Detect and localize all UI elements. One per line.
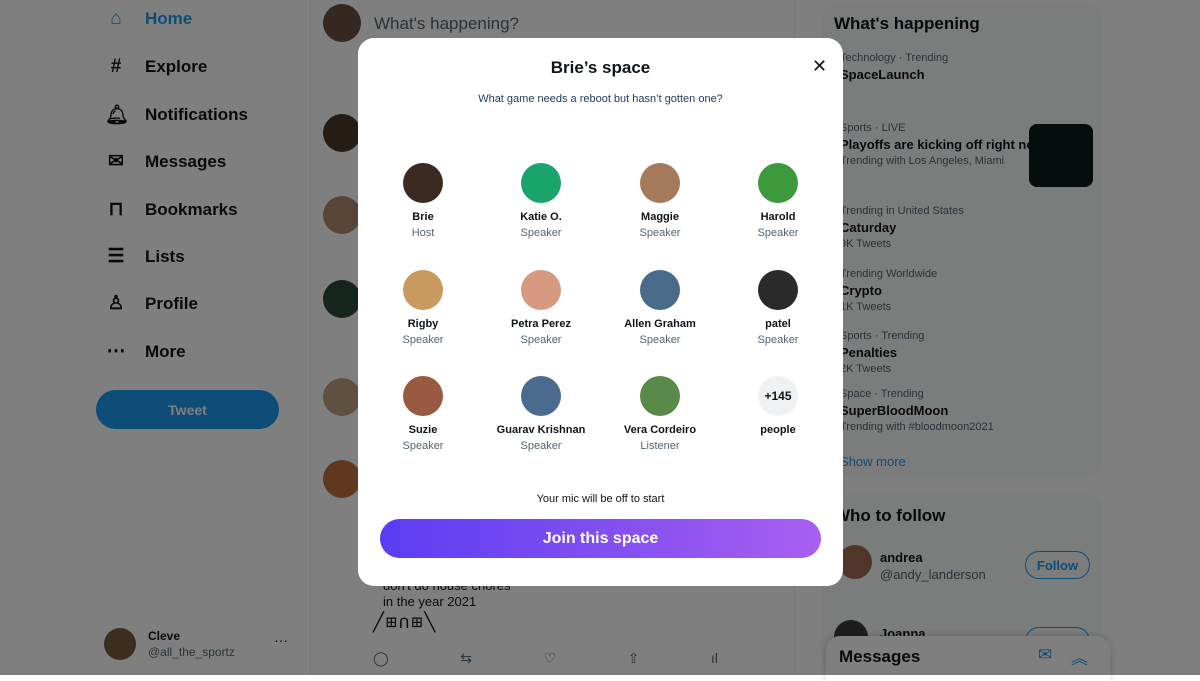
avatar — [640, 163, 680, 203]
participant-role: Listener — [640, 440, 680, 452]
participant-role: Speaker — [402, 334, 444, 346]
participant-role: Speaker — [520, 227, 562, 239]
participant-name: Vera Cordeiro — [623, 424, 697, 436]
participant[interactable]: Vera Cordeiro Listener — [605, 376, 715, 452]
modal-title: Brie’s space — [550, 58, 651, 77]
participant-name: Harold — [760, 211, 796, 223]
avatar — [521, 163, 561, 203]
participant-name: Maggie — [641, 211, 679, 223]
participant[interactable]: Petra Perez Speaker — [486, 270, 596, 346]
participant[interactable]: Katie O. Speaker — [486, 163, 596, 239]
participant-role: Speaker — [520, 440, 562, 452]
avatar — [640, 376, 680, 416]
avatar — [521, 270, 561, 310]
participant[interactable]: Rigby Speaker — [368, 270, 478, 346]
mic-note: Your mic will be off to start — [536, 493, 665, 505]
participant-name: Guarav Krishnan — [496, 424, 586, 436]
participant-role: Speaker — [757, 227, 799, 239]
participant-role: Speaker — [520, 334, 562, 346]
participant-role: Speaker — [639, 227, 681, 239]
participant[interactable]: Brie Host — [368, 163, 478, 239]
participant[interactable]: Maggie Speaker — [605, 163, 715, 239]
participant-name: people — [760, 424, 796, 436]
participant-role: Host — [411, 227, 435, 239]
avatar — [758, 163, 798, 203]
participant-name: Allen Graham — [624, 318, 696, 330]
participant-name: Brie — [412, 211, 434, 223]
close-icon[interactable]: ✕ — [812, 56, 827, 77]
avatar — [403, 163, 443, 203]
space-topic: What game needs a reboot but hasn’t gott… — [478, 93, 723, 105]
participant[interactable]: Guarav Krishnan Speaker — [486, 376, 596, 452]
avatar — [403, 270, 443, 310]
participant-count: +145 — [758, 376, 798, 416]
avatar — [640, 270, 680, 310]
avatar — [403, 376, 443, 416]
participant-role: Speaker — [639, 334, 681, 346]
participant[interactable]: Harold Speaker — [723, 163, 833, 239]
participant-name: Suzie — [408, 424, 438, 436]
participant[interactable]: patel Speaker — [723, 270, 833, 346]
participant-name: Rigby — [407, 318, 439, 330]
participant[interactable]: Allen Graham Speaker — [605, 270, 715, 346]
more-participants[interactable]: +145 people — [723, 376, 833, 436]
participant-role: Speaker — [402, 440, 444, 452]
participant-name: Petra Perez — [511, 318, 571, 330]
participant-role: Speaker — [757, 334, 799, 346]
avatar — [758, 270, 798, 310]
participant-name: patel — [765, 318, 791, 330]
participant-name: Katie O. — [520, 211, 562, 223]
join-space-button[interactable]: Join this space — [380, 519, 821, 558]
participant[interactable]: Suzie Speaker — [368, 376, 478, 452]
space-modal: Brie’s space ✕ What game needs a reboot … — [358, 38, 843, 586]
avatar — [521, 376, 561, 416]
